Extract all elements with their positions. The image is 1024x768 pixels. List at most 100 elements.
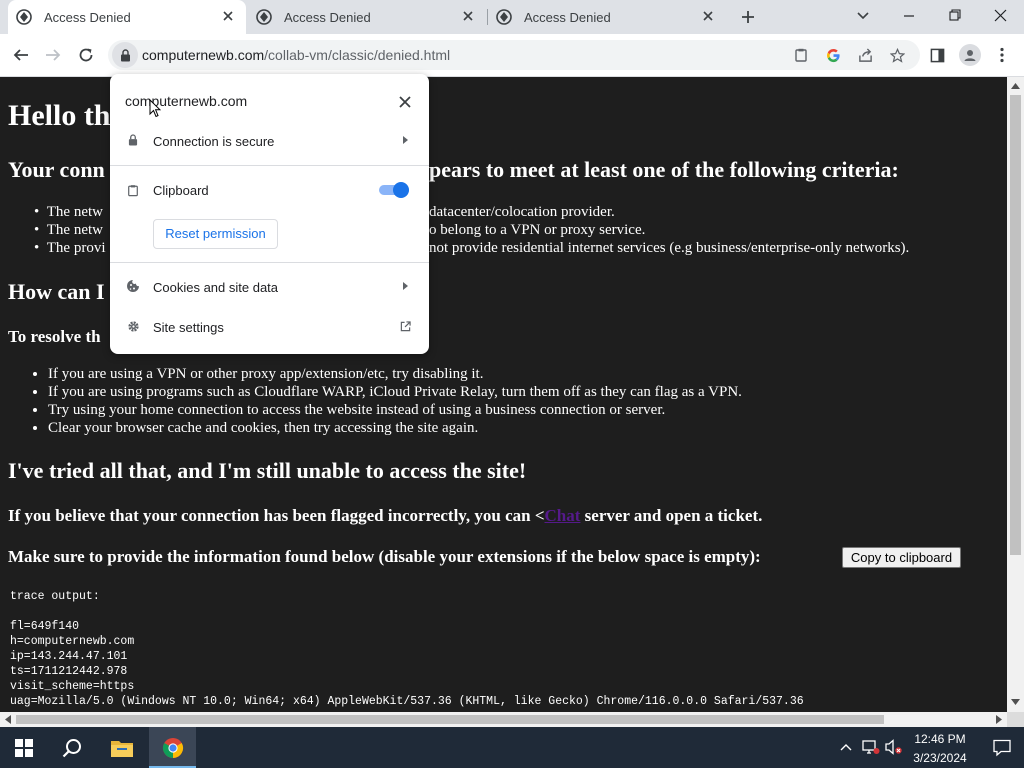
clipboard-icon <box>125 182 141 198</box>
list-item: If you are using a VPN or other proxy ap… <box>48 365 742 383</box>
clipboard-permission-row: Clipboard <box>110 178 429 202</box>
site-favicon-icon <box>496 9 512 25</box>
share-icon[interactable] <box>856 46 874 64</box>
more-menu-icon[interactable] <box>991 44 1013 66</box>
trace-line: visit_scheme=https <box>10 680 135 693</box>
scroll-right-arrow-icon[interactable] <box>994 715 1003 724</box>
criteria-text-left: The provi <box>46 240 106 256</box>
vertical-scrollbar[interactable] <box>1007 77 1024 712</box>
volume-muted-icon[interactable] <box>884 738 904 756</box>
tab-title: Access Denied <box>44 10 131 25</box>
bookmark-star-icon[interactable] <box>888 46 906 64</box>
how-heading: How can I <box>8 279 105 304</box>
list-item-continued: datacenter/colocation provider. <box>429 204 615 220</box>
minimize-icon[interactable] <box>898 5 920 27</box>
site-favicon-icon <box>16 9 32 25</box>
trace-line: fl=649f140 <box>10 620 80 633</box>
lock-icon <box>126 133 140 147</box>
trace-line: ip=143.244.47.101 <box>10 650 128 663</box>
reload-icon[interactable] <box>75 44 97 66</box>
list-item: If you are using programs such as Cloudf… <box>48 383 742 401</box>
scroll-left-arrow-icon[interactable] <box>3 715 12 724</box>
clock-date: 3/23/2024 <box>913 751 967 765</box>
reset-permission-button[interactable]: Reset permission <box>153 219 278 249</box>
open-external-icon <box>398 319 412 333</box>
vertical-scroll-thumb[interactable] <box>1010 95 1021 555</box>
criteria-heading-left: Your conn <box>8 157 105 182</box>
page-heading: Hello th <box>8 99 111 132</box>
tab-2[interactable]: Access Denied <box>248 0 486 34</box>
side-panel-icon[interactable] <box>927 45 947 65</box>
cookies-label: Cookies and site data <box>153 280 279 295</box>
scroll-up-arrow-icon[interactable] <box>1011 81 1020 90</box>
windows-start-icon[interactable] <box>0 727 48 768</box>
clock-time: 12:46 PM <box>914 732 966 746</box>
tab-title: Access Denied <box>524 10 611 25</box>
gear-icon <box>125 318 141 334</box>
list-item: • The provi <box>34 240 106 256</box>
cookies-row[interactable]: Cookies and site data <box>110 274 429 300</box>
close-window-icon[interactable] <box>989 4 1011 26</box>
list-item: • The netw <box>34 204 103 220</box>
flagged-suffix: server and open a ticket. <box>580 506 763 525</box>
close-tab-icon[interactable] <box>460 8 476 24</box>
google-g-icon[interactable] <box>824 46 842 64</box>
horizontal-scroll-thumb[interactable] <box>16 715 884 724</box>
criteria-heading-right: pears to meet at least one of the follow… <box>429 157 899 182</box>
chevron-right-icon <box>400 281 410 291</box>
site-settings-row[interactable]: Site settings <box>110 314 429 340</box>
site-info-lock-icon[interactable] <box>112 42 138 68</box>
chat-link[interactable]: Chat <box>545 506 581 525</box>
criteria-text-left: The netw <box>46 222 103 238</box>
horizontal-scrollbar[interactable] <box>0 712 1007 727</box>
resolve-heading: To resolve th <box>8 327 101 346</box>
trace-line: ts=1711212442.978 <box>10 665 128 678</box>
tab-3[interactable]: Access Denied <box>488 0 726 34</box>
close-tab-icon[interactable] <box>700 8 716 24</box>
mouse-cursor-icon <box>148 98 162 118</box>
restore-window-icon[interactable] <box>944 4 966 26</box>
notification-center-icon[interactable] <box>980 727 1024 768</box>
chevron-right-icon <box>400 135 410 145</box>
site-settings-label: Site settings <box>153 320 224 335</box>
clipboard-icon[interactable] <box>792 46 810 64</box>
chrome-taskbar-icon[interactable] <box>149 727 196 768</box>
cookie-icon <box>125 278 141 294</box>
system-clock[interactable]: 12:46 PM 3/23/2024 <box>905 731 975 766</box>
tab-strip: Access Denied Access Denied Access Denie… <box>0 0 1024 34</box>
forward-arrow-icon[interactable] <box>42 44 64 66</box>
trace-output: trace output: fl=649f140 h=computernewb.co… <box>10 589 804 709</box>
tab-1[interactable]: Access Denied <box>8 0 246 34</box>
connection-secure-row[interactable]: Connection is secure <box>110 128 429 154</box>
clipboard-toggle[interactable] <box>379 182 409 198</box>
site-favicon-icon <box>256 9 272 25</box>
search-icon[interactable] <box>48 727 96 768</box>
show-hidden-icons-chevron-icon[interactable] <box>838 739 854 755</box>
list-item-continued: o belong to a VPN or proxy service. <box>429 222 646 238</box>
file-explorer-icon[interactable] <box>98 727 146 768</box>
windows-taskbar: 12:46 PM 3/23/2024 <box>0 727 1024 768</box>
profile-avatar-icon[interactable] <box>959 44 981 66</box>
scroll-down-arrow-icon[interactable] <box>1011 697 1020 706</box>
toggle-knob <box>393 182 409 198</box>
steps-list: If you are using a VPN or other proxy ap… <box>48 365 742 437</box>
network-icon[interactable] <box>861 738 881 756</box>
trace-title: trace output: <box>10 590 100 603</box>
list-item: • The netw <box>34 222 103 238</box>
trace-line: uag=Mozilla/5.0 (Windows NT 10.0; Win64;… <box>10 695 804 708</box>
new-tab-plus-icon[interactable] <box>737 6 759 28</box>
info-heading: Make sure to provide the information fou… <box>8 547 761 566</box>
popup-domain: computernewb.com <box>125 93 248 109</box>
copy-to-clipboard-button[interactable]: Copy to clipboard <box>842 547 961 568</box>
tab-search-chevron-down-icon[interactable] <box>852 5 874 27</box>
close-tab-icon[interactable] <box>220 8 236 24</box>
list-item-continued: not provide residential internet service… <box>429 240 910 256</box>
flagged-text: If you believe that your connection has … <box>8 506 762 526</box>
url-path: /collab-vm/classic/denied.html <box>264 47 451 63</box>
list-item: Clear your browser cache and cookies, th… <box>48 419 742 437</box>
back-arrow-icon[interactable] <box>10 44 32 66</box>
criteria-text-left: The netw <box>46 204 103 220</box>
address-bar[interactable]: computernewb.com/collab-vm/classic/denie… <box>108 40 920 70</box>
close-icon[interactable] <box>395 92 415 112</box>
scrollbar-corner <box>1007 712 1024 727</box>
